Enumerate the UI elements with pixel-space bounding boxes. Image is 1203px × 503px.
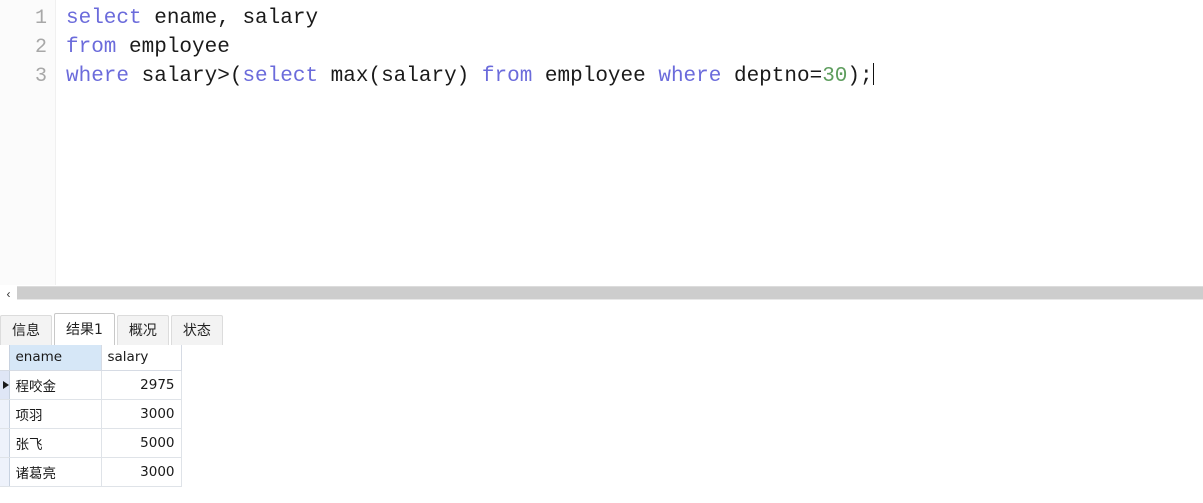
code-line-1[interactable]: select ename, salary [66, 4, 318, 33]
table-row[interactable]: 张飞 5000 [0, 428, 182, 458]
horizontal-scrollbar[interactable] [17, 286, 1203, 300]
table-row[interactable]: 项羽 3000 [0, 399, 182, 429]
sql-client-window: 1 2 3 select ename, salary from employee… [0, 0, 1203, 503]
tab-status[interactable]: 状态 [170, 315, 223, 345]
tab-result1[interactable]: 结果1 [54, 313, 115, 345]
sql-text: deptno= [721, 65, 823, 88]
text-caret [872, 63, 874, 85]
cell-ename[interactable]: 程咬金 [9, 370, 102, 400]
sql-keyword: where [66, 65, 130, 88]
row-marker-header [0, 345, 10, 371]
code-area[interactable]: select ename, salary from employee where… [56, 0, 1203, 285]
sql-text: salary>( [129, 65, 243, 88]
cell-ename[interactable]: 项羽 [9, 399, 102, 429]
cell-ename[interactable]: 诸葛亮 [9, 457, 102, 487]
sql-keyword: select [242, 65, 319, 88]
line-number: 2 [34, 36, 47, 59]
line-number-gutter: 1 2 3 [0, 0, 56, 285]
code-line-2[interactable]: from employee [66, 33, 230, 62]
sql-keyword: where [658, 65, 722, 88]
tab-info[interactable]: 信息 [0, 315, 52, 345]
cell-salary[interactable]: 2975 [101, 370, 182, 400]
sql-editor[interactable]: 1 2 3 select ename, salary from employee… [0, 0, 1203, 285]
sql-keyword: select [66, 7, 142, 30]
sql-text: ename, salary [141, 7, 319, 30]
sql-text: ); [847, 65, 873, 88]
column-header-salary[interactable]: salary [101, 345, 182, 371]
sql-text: max(salary) [318, 65, 482, 88]
tab-list: 信息 结果1 概况 状态 [0, 313, 225, 345]
editor-splitter: ‹ [0, 285, 1203, 302]
result-grid[interactable]: ename salary 程咬金 2975 项羽 3000 张飞 5000 诸葛… [0, 345, 1203, 503]
line-number: 1 [34, 7, 47, 30]
play-triangle-icon [3, 380, 9, 389]
row-marker-cell[interactable] [0, 399, 10, 429]
code-line-3[interactable]: where salary>(select max(salary) from em… [66, 62, 874, 91]
tab-overview[interactable]: 概况 [116, 315, 169, 345]
table-header-row: ename salary [0, 345, 182, 371]
sql-keyword: from [66, 36, 117, 59]
cell-salary[interactable]: 5000 [101, 428, 182, 458]
chevron-left-icon[interactable]: ‹ [0, 285, 17, 302]
line-number: 3 [34, 65, 47, 88]
result-tabbar: 信息 结果1 概况 状态 [0, 313, 1203, 345]
sql-text: employee [532, 65, 659, 88]
row-marker-cell[interactable] [0, 370, 10, 400]
sql-keyword: from [481, 65, 533, 88]
sql-text: employee [116, 36, 230, 59]
table-row[interactable]: 诸葛亮 3000 [0, 457, 182, 487]
column-header-ename[interactable]: ename [9, 345, 102, 371]
cell-salary[interactable]: 3000 [101, 399, 182, 429]
table-row[interactable]: 程咬金 2975 [0, 370, 182, 400]
row-marker-cell[interactable] [0, 457, 10, 487]
cell-salary[interactable]: 3000 [101, 457, 182, 487]
cell-ename[interactable]: 张飞 [9, 428, 102, 458]
result-table: ename salary 程咬金 2975 项羽 3000 张飞 5000 诸葛… [0, 345, 182, 487]
table-body: 程咬金 2975 项羽 3000 张飞 5000 诸葛亮 3000 [0, 370, 182, 487]
row-marker-cell[interactable] [0, 428, 10, 458]
sql-number: 30 [822, 65, 848, 88]
